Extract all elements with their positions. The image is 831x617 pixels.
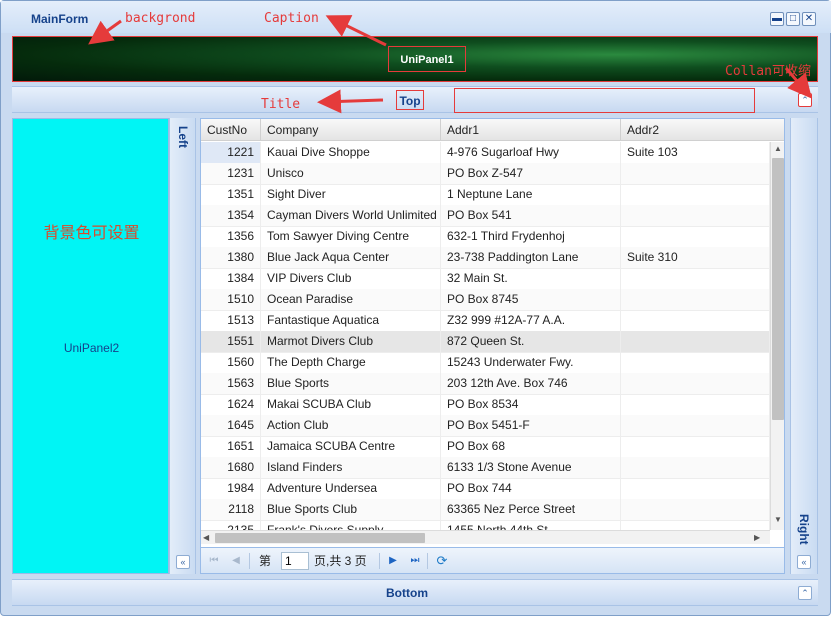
arrow-collapsible <box>784 67 812 99</box>
arrow-title <box>317 89 384 114</box>
arrow-caption <box>325 15 387 47</box>
main-form-window: MainForm ▬ □ ✕ UniPanel1 Top ⌃ 背景色可设置 Un… <box>0 0 831 616</box>
arrow-background <box>88 19 122 45</box>
annotation-arrows <box>88 15 812 114</box>
